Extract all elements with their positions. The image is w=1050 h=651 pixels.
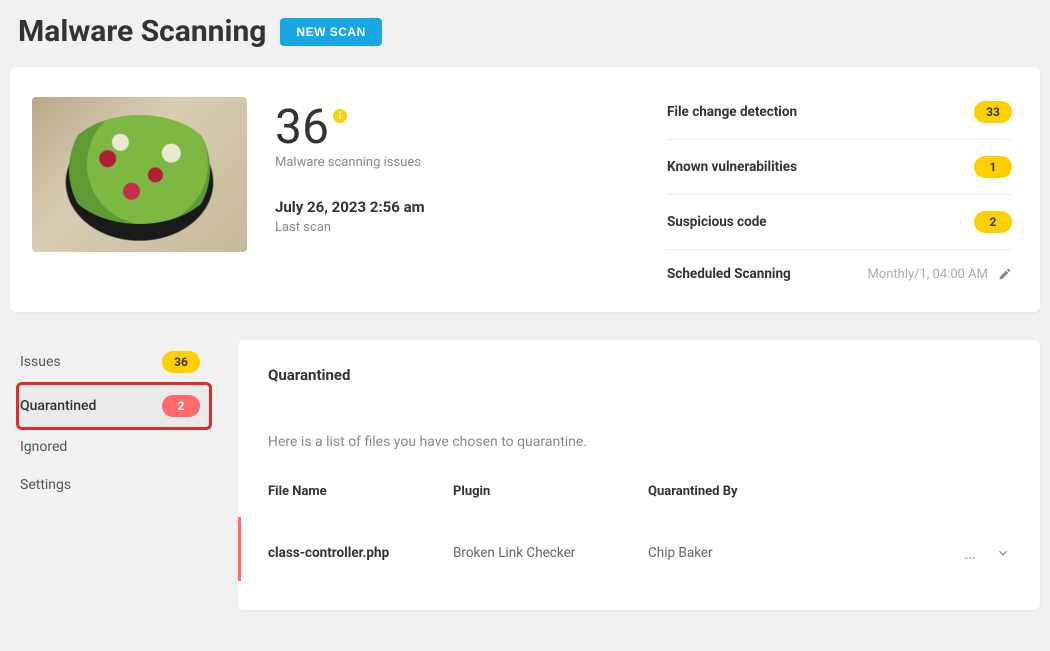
stat-scheduled-scanning: Scheduled Scanning Monthly/1, 04:00 AM: [667, 250, 1012, 282]
cell-plugin: Broken Link Checker: [453, 545, 648, 561]
more-icon[interactable]: …: [964, 549, 978, 558]
sidebar-item-label: Issues: [20, 354, 61, 370]
sidebar-badge: 36: [162, 351, 200, 373]
stat-known-vulnerabilities: Known vulnerabilities 1: [667, 140, 1012, 195]
stat-count-badge: 33: [974, 101, 1012, 123]
sidebar-item-label: Ignored: [20, 439, 67, 455]
sidebar-item-label: Settings: [20, 477, 71, 493]
chevron-down-icon[interactable]: [996, 546, 1010, 560]
issue-count: 36: [275, 103, 329, 151]
new-scan-button[interactable]: NEW SCAN: [280, 18, 381, 46]
quarantine-panel: Quarantined Here is a list of files you …: [238, 340, 1040, 610]
page-title: Malware Scanning: [18, 14, 266, 49]
last-scan-label: Last scan: [275, 220, 425, 235]
summary-card: 36 i Malware scanning issues July 26, 20…: [10, 67, 1040, 312]
col-quarantined-by: Quarantined By: [648, 484, 940, 499]
stat-count-badge: 2: [974, 211, 1012, 233]
sidebar-item-label: Quarantined: [20, 398, 96, 414]
sidebar: Issues 36 Quarantined 2 Ignored Settings: [10, 340, 210, 504]
sidebar-badge: 2: [162, 395, 200, 417]
cell-file-name: class-controller.php: [268, 545, 453, 561]
col-file-name: File Name: [268, 484, 453, 499]
stat-label: Suspicious code: [667, 214, 767, 230]
stat-suspicious-code: Suspicious code 2: [667, 195, 1012, 250]
section-description: Here is a list of files you have chosen …: [268, 434, 1010, 450]
stat-label: Scheduled Scanning: [667, 266, 791, 282]
section-title: Quarantined: [268, 366, 1010, 384]
stat-count-badge: 1: [974, 156, 1012, 178]
issue-count-label: Malware scanning issues: [275, 155, 425, 170]
stat-file-change: File change detection 33: [667, 97, 1012, 140]
table-header: File Name Plugin Quarantined By: [268, 484, 1010, 499]
table-row[interactable]: class-controller.php Broken Link Checker…: [238, 517, 1010, 581]
summary-thumbnail: [32, 97, 247, 252]
edit-icon[interactable]: [998, 267, 1012, 281]
stat-label: File change detection: [667, 104, 797, 120]
stat-label: Known vulnerabilities: [667, 159, 797, 175]
scheduled-value: Monthly/1, 04:00 AM: [867, 267, 988, 282]
sidebar-item-settings[interactable]: Settings: [18, 466, 210, 504]
last-scan-time: July 26, 2023 2:56 am: [275, 198, 425, 216]
cell-quarantined-by: Chip Baker: [648, 545, 940, 561]
sidebar-item-ignored[interactable]: Ignored: [18, 428, 210, 466]
sidebar-item-issues[interactable]: Issues 36: [18, 340, 210, 384]
sidebar-item-quarantined[interactable]: Quarantined 2: [18, 384, 210, 428]
col-plugin: Plugin: [453, 484, 648, 499]
info-icon[interactable]: i: [333, 109, 347, 123]
